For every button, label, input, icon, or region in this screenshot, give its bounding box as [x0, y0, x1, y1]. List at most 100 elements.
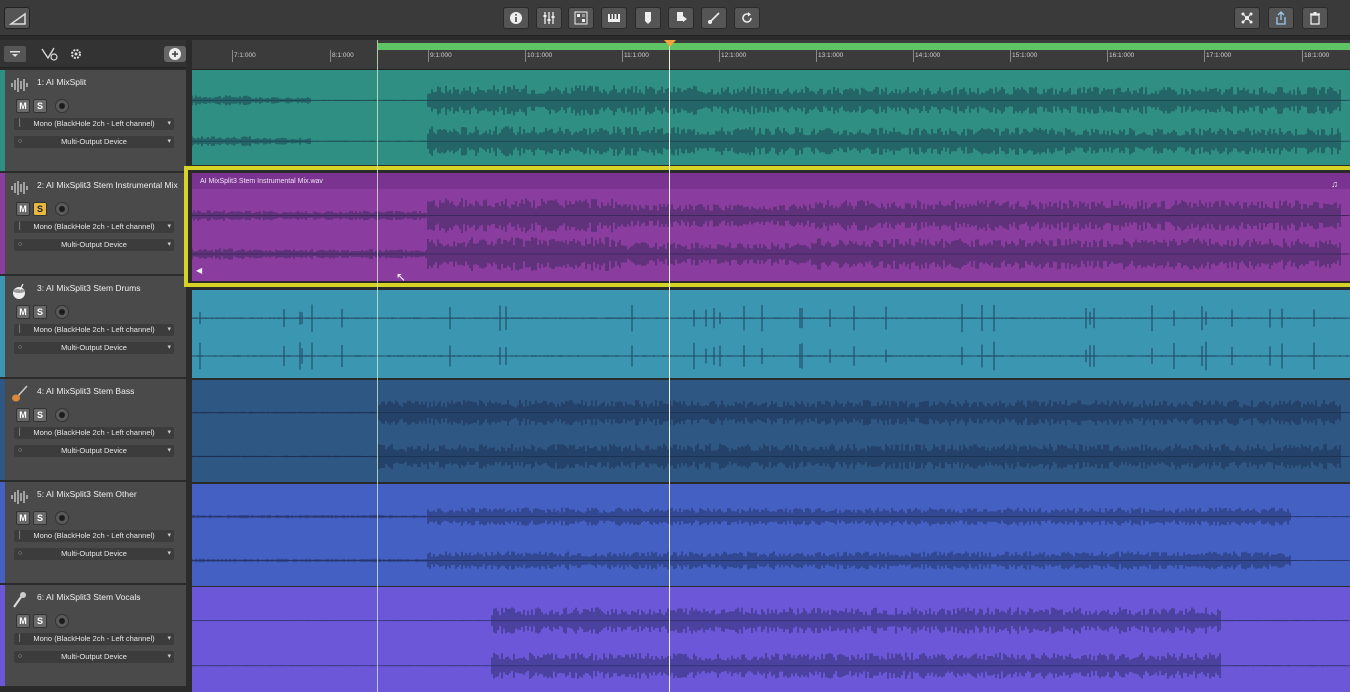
waveform — [192, 507, 1350, 570]
loop-start-marker[interactable] — [377, 40, 378, 692]
track-name[interactable]: 1: AI MixSplit — [37, 77, 86, 87]
playhead[interactable] — [669, 40, 670, 692]
track-header[interactable]: 6: AI MixSplit3 Stem Vocals M S │ Mono (… — [0, 585, 186, 688]
chevron-down-icon: ▾ — [167, 344, 171, 351]
chevron-down-icon: ▾ — [167, 429, 171, 436]
output-device-select[interactable]: ○ Multi-Output Device ▾ — [14, 548, 174, 560]
clip-name: AI MixSplit3 Stem Instrumental Mix.wav — [200, 178, 323, 185]
track-menu-button[interactable] — [4, 46, 26, 62]
chevron-down-icon: ▾ — [167, 326, 171, 333]
output-device-select[interactable]: ○ Multi-Output Device ▾ — [14, 136, 174, 148]
mute-button[interactable]: M — [16, 614, 30, 628]
network-icon — [1241, 12, 1253, 24]
track-name[interactable]: 3: AI MixSplit3 Stem Drums — [37, 283, 140, 293]
record-arm-button[interactable] — [55, 408, 69, 422]
ruler-tick-label: 11:1:000 — [624, 52, 649, 59]
solo-button[interactable]: S — [33, 99, 47, 113]
track-name[interactable]: 2: AI MixSplit3 Stem Instrumental Mix — [37, 180, 178, 190]
track-lane[interactable] — [192, 290, 1350, 378]
ruler-tick-label: 17:1:000 — [1206, 52, 1232, 59]
ruler-tick-label: 10:1:000 — [527, 52, 553, 59]
output-device-select[interactable]: ○ Multi-Output Device ▾ — [14, 239, 174, 251]
timeline-ruler[interactable]: 7:1:000 8:1:000 9:1:000 10:1:000 11:1:000 12:… — [192, 40, 1350, 70]
chevron-down-icon: ▾ — [167, 635, 171, 642]
clip-header[interactable] — [192, 173, 1350, 189]
solo-button[interactable]: S — [33, 614, 47, 628]
brush-button[interactable] — [701, 7, 727, 29]
routing-button[interactable] — [38, 46, 60, 62]
ruler-tick — [913, 50, 914, 62]
chevron-down-icon: ▾ — [167, 653, 171, 660]
track-header[interactable]: 2: AI MixSplit3 Stem Instrumental Mix M … — [0, 173, 186, 276]
track-lane[interactable] — [192, 587, 1350, 692]
mute-button[interactable]: M — [16, 305, 30, 319]
network-button[interactable] — [1234, 7, 1260, 29]
output-device-select[interactable]: ○ Multi-Output Device ▾ — [14, 445, 174, 457]
mute-button[interactable]: M — [16, 408, 30, 422]
info-button[interactable] — [503, 7, 529, 29]
input-device-select[interactable]: │ Mono (BlackHole 2ch - Left channel) ▾ — [14, 633, 174, 645]
track-lane[interactable] — [192, 484, 1350, 586]
mixer-button[interactable] — [536, 7, 562, 29]
clip-volume-icon[interactable]: ◀ — [196, 266, 202, 275]
add-track-button[interactable] — [164, 46, 186, 62]
track-header[interactable]: 5: AI MixSplit3 Stem Other M S │ Mono (B… — [0, 482, 186, 585]
playhead-handle[interactable] — [664, 40, 676, 47]
record-arm-button[interactable] — [55, 614, 69, 628]
guitar-icon — [10, 385, 30, 403]
input-icon: │ — [18, 326, 23, 333]
mute-button[interactable]: M — [16, 511, 30, 525]
track-name[interactable]: 6: AI MixSplit3 Stem Vocals — [37, 592, 140, 602]
input-device-select[interactable]: │ Mono (BlackHole 2ch - Left channel) ▾ — [14, 118, 174, 130]
share-icon — [1276, 11, 1286, 25]
solo-button[interactable]: S — [33, 408, 47, 422]
top-toolbar — [0, 0, 1350, 36]
waveform-baseline — [192, 317, 1350, 357]
menu-icon — [10, 51, 20, 57]
record-arm-button[interactable] — [55, 202, 69, 216]
loop-icon — [742, 12, 752, 23]
ruler-tick — [816, 50, 817, 62]
input-device-select[interactable]: │ Mono (BlackHole 2ch - Left channel) ▾ — [14, 324, 174, 336]
solo-button[interactable]: S — [33, 305, 47, 319]
solo-button[interactable]: S — [33, 511, 47, 525]
import-button[interactable] — [668, 7, 694, 29]
solo-button[interactable]: S — [33, 202, 47, 216]
music-note-icon[interactable]: ♫ — [1331, 179, 1338, 189]
track-name[interactable]: 4: AI MixSplit3 Stem Bass — [37, 386, 134, 396]
loop-button[interactable] — [734, 7, 760, 29]
track-header[interactable]: 3: AI MixSplit3 Stem Drums M S │ Mono (B… — [0, 276, 186, 379]
track-lane[interactable] — [192, 70, 1350, 165]
input-device-label: Mono (BlackHole 2ch - Left channel) — [33, 119, 155, 128]
waveform-icon — [10, 76, 30, 94]
record-arm-button[interactable] — [55, 511, 69, 525]
ruler-tick-label: 12:1:000 — [721, 52, 747, 59]
input-icon: │ — [18, 429, 23, 436]
export-button[interactable] — [635, 7, 661, 29]
piano-button[interactable] — [601, 7, 627, 29]
mute-button[interactable]: M — [16, 99, 30, 113]
import-icon — [677, 12, 687, 22]
resize-tool-button[interactable] — [4, 7, 30, 29]
record-arm-button[interactable] — [55, 305, 69, 319]
track-lane[interactable] — [192, 380, 1350, 482]
loop-region[interactable] — [378, 43, 1350, 50]
track-list-header — [0, 40, 186, 68]
track-lane[interactable]: AI MixSplit3 Stem Instrumental Mix.wav ♫ ◀ — [192, 173, 1350, 281]
settings-button[interactable] — [65, 46, 87, 62]
input-device-select[interactable]: │ Mono (BlackHole 2ch - Left channel) ▾ — [14, 221, 174, 233]
grid-button[interactable] — [568, 7, 594, 29]
input-device-select[interactable]: │ Mono (BlackHole 2ch - Left channel) ▾ — [14, 427, 174, 439]
record-arm-button[interactable] — [55, 99, 69, 113]
output-device-select[interactable]: ○ Multi-Output Device ▾ — [14, 651, 174, 663]
trash-button[interactable] — [1302, 7, 1328, 29]
info-icon — [510, 12, 522, 24]
ruler-tick — [428, 50, 429, 62]
mute-button[interactable]: M — [16, 202, 30, 216]
output-device-select[interactable]: ○ Multi-Output Device ▾ — [14, 342, 174, 354]
share-button[interactable] — [1268, 7, 1294, 29]
input-device-select[interactable]: │ Mono (BlackHole 2ch - Left channel) ▾ — [14, 530, 174, 542]
track-header[interactable]: 1: AI MixSplit M S │ Mono (BlackHole 2ch… — [0, 70, 186, 173]
track-name[interactable]: 5: AI MixSplit3 Stem Other — [37, 489, 137, 499]
track-header[interactable]: 4: AI MixSplit3 Stem Bass M S │ Mono (Bl… — [0, 379, 186, 482]
